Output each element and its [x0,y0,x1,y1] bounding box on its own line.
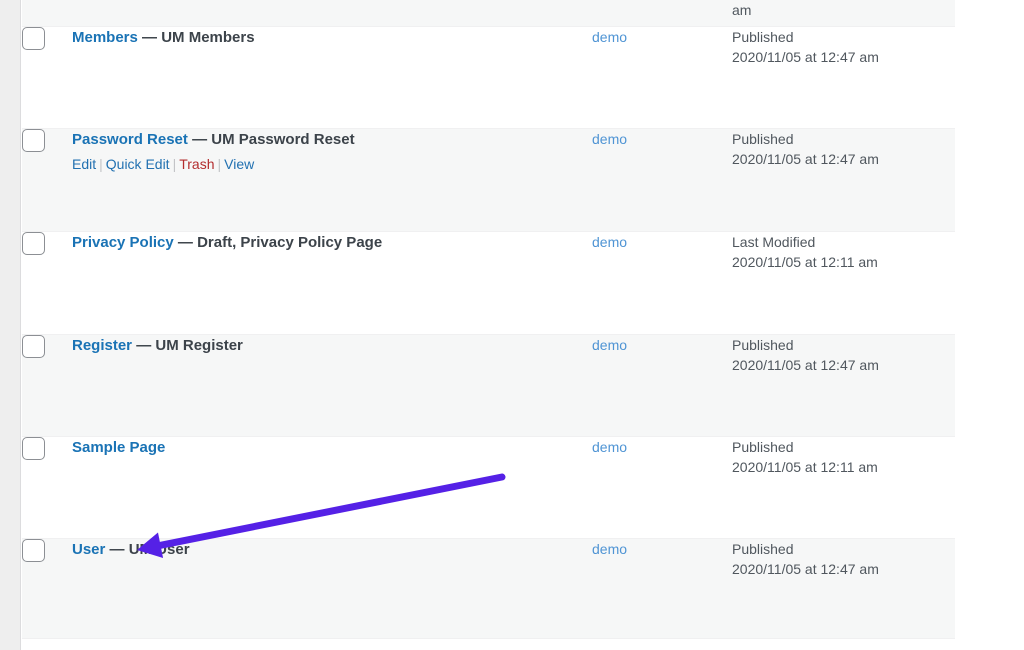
date-value: 2020/11/05 at 12:11 am [732,252,955,272]
date-value: 2020/11/05 at 12:47 am [732,47,955,67]
page-title-suffix: — UM Register [136,337,243,354]
date-value: 2020/11/05 at 12:11 am [732,457,955,477]
page-title-link[interactable]: Password Reset [72,131,188,148]
row-action-trash[interactable]: Trash [179,156,214,172]
row-author-cell: demo [592,231,732,334]
row-date-cell: Published 2020/11/05 at 12:11 am [732,436,955,538]
row-date-cell: Last Modified 2020/11/05 at 12:11 am [732,231,955,334]
page-title-suffix: — Draft, Privacy Policy Page [178,234,382,251]
row-title-cell: Members — UM Members [72,26,592,128]
row-action-quick-edit[interactable]: Quick Edit [106,156,170,172]
row-date-cell: Published 2020/11/05 at 12:47 am [732,334,955,436]
date-status: Published [732,437,955,457]
row-date-cell: am [732,0,955,26]
date-status: Published [732,335,955,355]
row-title-cell: Register — UM Register [72,334,592,436]
row-title-cell: User — UM User [72,538,592,638]
row-select-checkbox[interactable] [22,437,45,460]
page-title-link[interactable]: User [72,541,105,558]
author-link[interactable]: demo [592,29,627,45]
date-status: Published [732,539,955,559]
date-status: Published [732,27,955,47]
row-author-cell [592,0,732,26]
page-title: Members — UM Members [72,27,592,50]
date-value: 2020/11/05 at 12:47 am [732,355,955,375]
row-author-cell: demo [592,334,732,436]
page-title-link[interactable]: Register [72,337,132,354]
row-author-cell: demo [592,538,732,638]
page-title-link[interactable]: Privacy Policy [72,234,174,251]
page-title-link[interactable]: Members [72,29,138,46]
author-link[interactable]: demo [592,439,627,455]
row-date-cell: Published 2020/11/05 at 12:47 am [732,128,955,231]
row-date-cell: Published 2020/11/05 at 12:47 am [732,26,955,128]
date-status: Published [732,129,955,149]
row-date-cell: Published 2020/11/05 at 12:47 am [732,538,955,638]
table-row[interactable]: User — UM User demo Published 2020/11/05… [22,538,955,638]
page-title: Register — UM Register [72,335,592,358]
row-select-checkbox[interactable] [22,129,45,152]
page-title-suffix: — UM Members [142,29,255,46]
page-title: User — UM User [72,539,592,562]
row-select-checkbox[interactable] [22,27,45,50]
table-row[interactable]: am [22,0,955,26]
action-separator: | [96,156,106,172]
page-title: Password Reset — UM Password Reset [72,129,592,152]
row-checkbox-cell [22,334,72,436]
row-checkbox-cell [22,436,72,538]
row-title-cell: Password Reset — UM Password Reset Edit|… [72,128,592,231]
row-title-cell [72,0,592,26]
row-select-checkbox[interactable] [22,539,45,562]
row-title-cell: Sample Page [72,436,592,538]
pages-list-table: am Members — UM Members demo Published 2… [22,0,955,639]
row-checkbox-cell [22,231,72,334]
admin-menu-gutter [0,0,21,650]
date-value: 2020/11/05 at 12:47 am [732,149,955,169]
page-title: Privacy Policy — Draft, Privacy Policy P… [72,232,592,255]
row-title-cell: Privacy Policy — Draft, Privacy Policy P… [72,231,592,334]
row-action-view[interactable]: View [224,156,254,172]
table-row[interactable]: Register — UM Register demo Published 20… [22,334,955,436]
pages-list-body: am Members — UM Members demo Published 2… [22,0,955,638]
date-value: am [732,0,955,20]
row-author-cell: demo [592,26,732,128]
page-title-suffix: — UM User [110,541,190,558]
table-row[interactable]: Privacy Policy — Draft, Privacy Policy P… [22,231,955,334]
author-link[interactable]: demo [592,234,627,250]
row-actions: Edit|Quick Edit|Trash|View [72,153,592,175]
row-checkbox-cell [22,538,72,638]
row-action-edit[interactable]: Edit [72,156,96,172]
row-checkbox-cell [22,26,72,128]
row-author-cell: demo [592,436,732,538]
row-checkbox-cell [22,0,72,26]
page-title: Sample Page [72,437,592,460]
author-link[interactable]: demo [592,337,627,353]
action-separator: | [215,156,225,172]
author-link[interactable]: demo [592,131,627,147]
row-select-checkbox[interactable] [22,335,45,358]
page-title-suffix: — UM Password Reset [192,131,355,148]
table-row[interactable]: Password Reset — UM Password Reset Edit|… [22,128,955,231]
row-select-checkbox[interactable] [22,232,45,255]
row-author-cell: demo [592,128,732,231]
table-row[interactable]: Members — UM Members demo Published 2020… [22,26,955,128]
row-checkbox-cell [22,128,72,231]
table-row[interactable]: Sample Page demo Published 2020/11/05 at… [22,436,955,538]
date-value: 2020/11/05 at 12:47 am [732,559,955,579]
page-title-link[interactable]: Sample Page [72,439,165,456]
action-separator: | [170,156,180,172]
author-link[interactable]: demo [592,541,627,557]
date-status: Last Modified [732,232,955,252]
